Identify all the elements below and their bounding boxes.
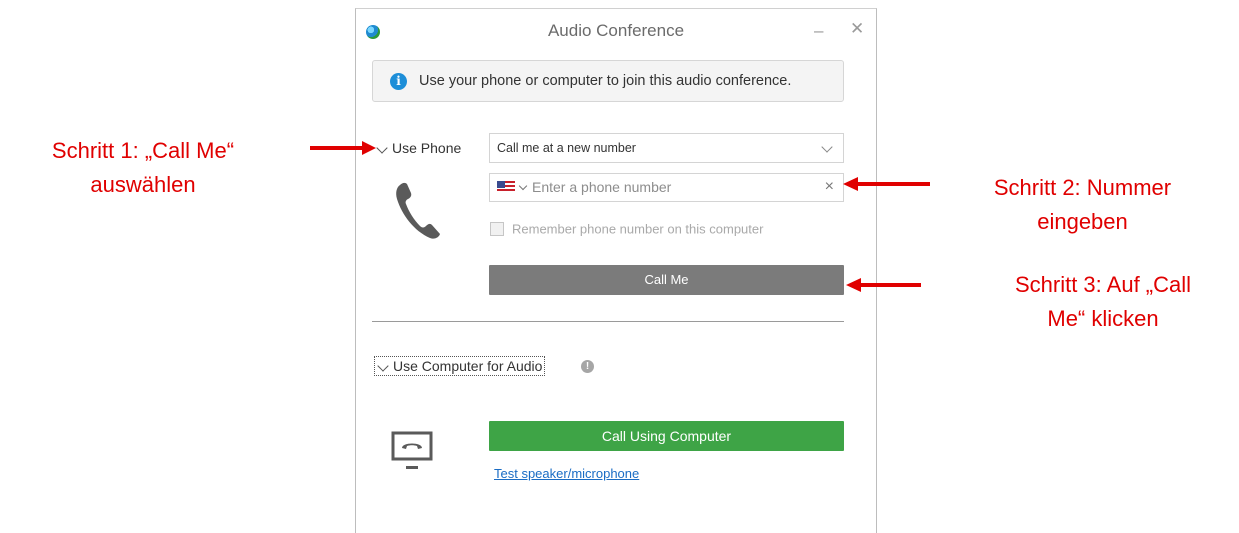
clear-icon[interactable]: ×	[825, 178, 834, 196]
title-bar: Audio Conference – ✕	[356, 9, 876, 53]
annotation-arrow-1	[310, 141, 376, 155]
phone-number-field: ×	[489, 173, 844, 202]
chevron-down-icon	[376, 142, 388, 154]
close-button[interactable]: ✕	[850, 19, 864, 39]
use-computer-audio-toggle[interactable]: Use Computer for Audio	[374, 356, 546, 376]
annotation-step-2: Schritt 2: Nummer eingeben	[993, 175, 1172, 234]
phone-number-input[interactable]	[532, 177, 812, 197]
annotation-step-3: Schritt 3: Auf „Call Me“ klicken	[1014, 272, 1192, 331]
audio-conference-dialog: Audio Conference – ✕ i Use your phone or…	[355, 8, 877, 533]
remember-number-checkbox-row[interactable]: Remember phone number on this computer	[490, 220, 763, 238]
country-chevron-down-icon[interactable]	[518, 181, 528, 191]
call-me-button[interactable]: Call Me	[489, 265, 844, 295]
chevron-down-icon	[377, 360, 389, 372]
test-speaker-microphone-link[interactable]: Test speaker/microphone	[494, 466, 639, 481]
chevron-down-icon	[821, 141, 833, 153]
phone-handset-icon	[396, 182, 440, 239]
minimize-button[interactable]: –	[814, 21, 823, 41]
use-phone-label: Use Phone	[392, 140, 462, 156]
phone-option-select[interactable]: Call me at a new number	[489, 133, 844, 163]
us-flag-icon[interactable]	[497, 181, 515, 193]
section-divider	[372, 321, 844, 322]
info-banner-text: Use your phone or computer to join this …	[419, 73, 792, 89]
info-icon: i	[390, 73, 407, 90]
remember-number-label: Remember phone number on this computer	[512, 221, 764, 237]
phone-option-value: Call me at a new number	[497, 141, 636, 155]
use-computer-audio-label: Use Computer for Audio	[393, 358, 543, 374]
annotation-step-1: Schritt 1: „Call Me“ auswählen	[51, 138, 235, 197]
use-phone-toggle[interactable]: Use Phone	[376, 140, 461, 156]
annotation-arrow-3	[846, 278, 921, 292]
computer-audio-icon	[391, 431, 433, 469]
info-banner: i Use your phone or computer to join thi…	[372, 60, 844, 102]
annotation-arrow-2	[843, 177, 930, 191]
remember-number-checkbox[interactable]	[490, 221, 504, 236]
window-title: Audio Conference	[547, 21, 685, 40]
help-icon[interactable]: !	[581, 360, 594, 373]
call-using-computer-button[interactable]: Call Using Computer	[489, 421, 844, 451]
